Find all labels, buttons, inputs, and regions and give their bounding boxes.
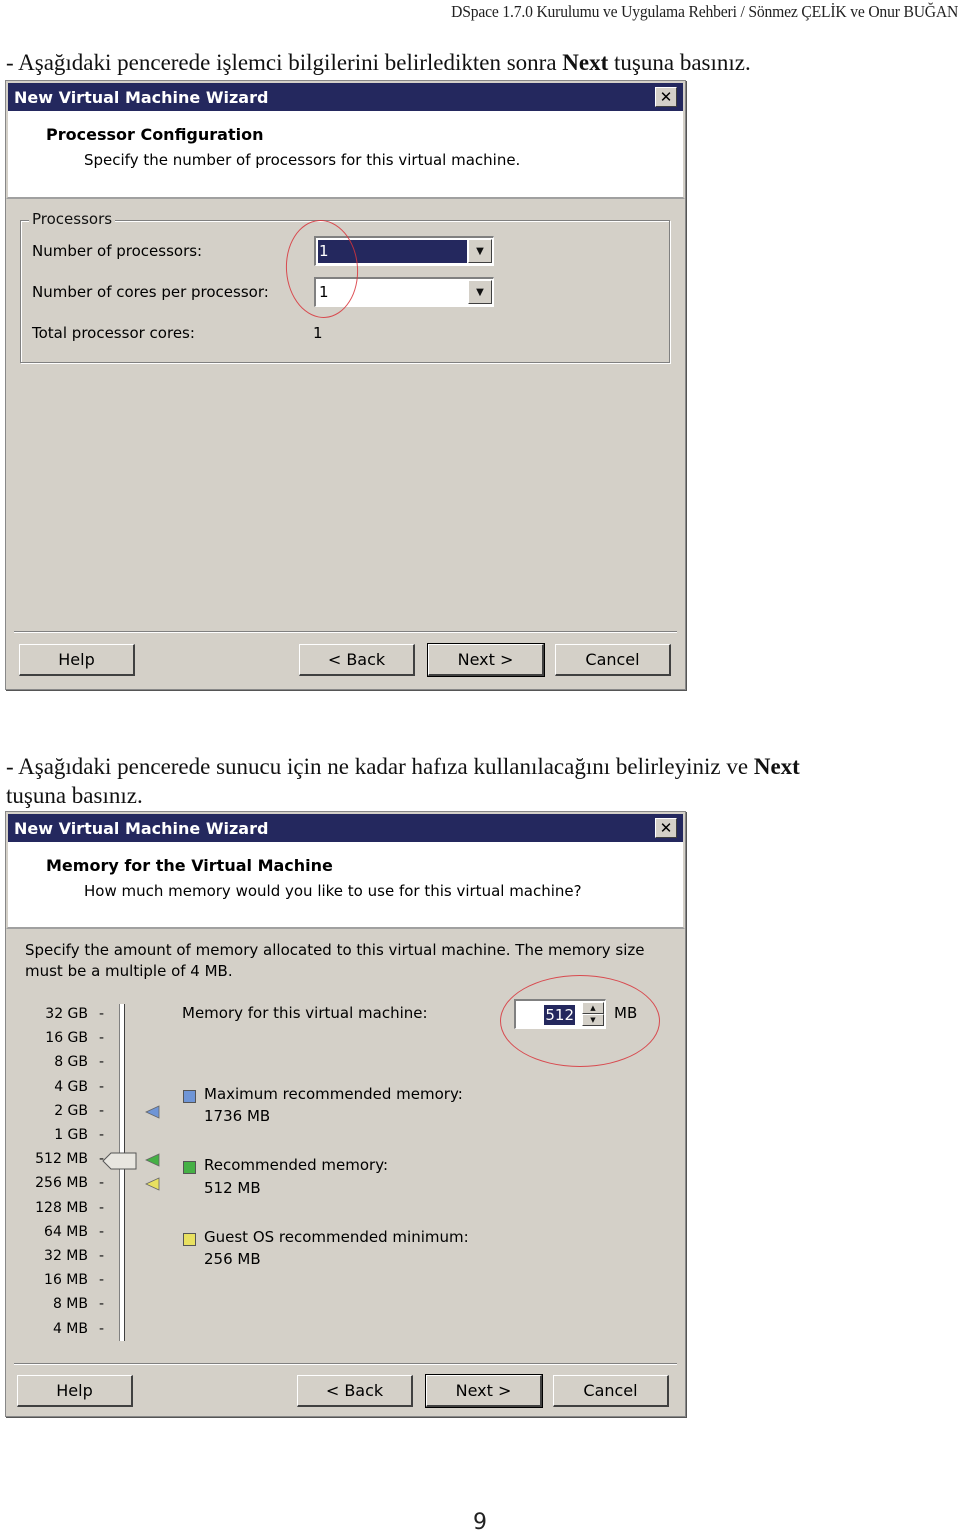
cancel-button[interactable]: Cancel bbox=[555, 644, 671, 676]
slider-tick-label: 16 MB bbox=[44, 1272, 88, 1289]
recommended-memory-legend-icon bbox=[183, 1161, 196, 1174]
slider-tick-mark: - bbox=[99, 1223, 105, 1240]
cores-per-processor-label: Number of cores per processor: bbox=[32, 283, 269, 301]
chevron-down-icon[interactable]: ▼ bbox=[468, 280, 492, 304]
total-cores-value: 1 bbox=[313, 324, 323, 342]
slider-tick-mark: - bbox=[99, 1127, 105, 1143]
slider-tick-label: 2 GB bbox=[54, 1102, 88, 1119]
num-processors-label: Number of processors: bbox=[32, 242, 203, 260]
memory-wizard-window: New Virtual Machine Wizard ✕ Memory for … bbox=[5, 811, 686, 1417]
memory-description-line2: must be a multiple of 4 MB. bbox=[25, 962, 233, 980]
titlebar: New Virtual Machine Wizard ✕ bbox=[6, 812, 685, 842]
page-number: 9 bbox=[473, 1510, 487, 1535]
next-button[interactable]: Next > bbox=[427, 643, 545, 677]
page-subheading: Specify the number of processors for thi… bbox=[84, 151, 521, 169]
help-button[interactable]: Help bbox=[17, 1375, 133, 1407]
instruction-text: tuşuna basınız. bbox=[6, 783, 143, 808]
close-button[interactable]: ✕ bbox=[655, 87, 677, 107]
page-subheading: How much memory would you like to use fo… bbox=[84, 882, 582, 900]
slider-tick-label: 4 GB bbox=[54, 1078, 88, 1095]
slider-tick-label: 64 MB bbox=[44, 1223, 88, 1240]
cancel-button[interactable]: Cancel bbox=[553, 1375, 669, 1407]
instruction-bold-next: Next bbox=[562, 50, 609, 75]
memory-label: Memory for this virtual machine: bbox=[182, 1004, 428, 1022]
wizard-header-banner: Processor Configuration Specify the numb… bbox=[6, 111, 685, 199]
back-button[interactable]: < Back bbox=[297, 1375, 413, 1407]
guest-min-value: 256 MB bbox=[204, 1250, 261, 1268]
max-memory-marker-icon bbox=[145, 1105, 160, 1119]
slider-tick-label: 16 GB bbox=[45, 1030, 88, 1047]
total-cores-label: Total processor cores: bbox=[32, 324, 195, 342]
instruction-memory: - Aşağıdaki pencerede sunucu için ne kad… bbox=[6, 752, 800, 810]
slider-tick-label: 4 MB bbox=[52, 1320, 88, 1337]
close-button[interactable]: ✕ bbox=[655, 818, 677, 838]
highlight-ellipse bbox=[500, 975, 660, 1067]
help-button[interactable]: Help bbox=[19, 644, 135, 676]
group-label: Processors bbox=[29, 210, 116, 228]
slider-tick-mark: - bbox=[99, 1175, 105, 1192]
max-memory-label: Maximum recommended memory: bbox=[204, 1085, 463, 1103]
slider-tick-label: 1 GB bbox=[54, 1127, 88, 1143]
slider-tick-label: 8 GB bbox=[54, 1054, 88, 1071]
instruction-text: - Aşağıdaki pencerede işlemci bilgilerin… bbox=[6, 50, 563, 75]
max-memory-legend-icon bbox=[183, 1090, 196, 1103]
slider-tick-mark: - bbox=[99, 1199, 105, 1216]
running-header: DSpace 1.7.0 Kurulumu ve Uygulama Rehber… bbox=[450, 2, 958, 21]
titlebar: New Virtual Machine Wizard ✕ bbox=[6, 81, 685, 111]
guest-min-marker-icon bbox=[145, 1177, 160, 1192]
slider-tick-mark: - bbox=[99, 1102, 105, 1119]
instruction-text: tuşuna basınız. bbox=[608, 50, 751, 75]
slider-tick-mark: - bbox=[99, 1272, 105, 1289]
slider-tick-mark: - bbox=[99, 1296, 105, 1313]
instruction-processor: - Aşağıdaki pencerede işlemci bilgilerin… bbox=[6, 48, 751, 77]
slider-tick-mark: - bbox=[99, 1248, 105, 1264]
guest-min-legend-icon bbox=[183, 1233, 196, 1246]
close-icon: ✕ bbox=[659, 88, 673, 106]
memory-description-line1: Specify the amount of memory allocated t… bbox=[25, 941, 645, 959]
recommended-memory-value: 512 MB bbox=[204, 1179, 261, 1197]
page-heading: Memory for the Virtual Machine bbox=[46, 856, 333, 875]
chevron-down-icon[interactable]: ▼ bbox=[468, 239, 492, 263]
slider-tick-mark: - bbox=[99, 1006, 105, 1022]
window-title: New Virtual Machine Wizard bbox=[14, 87, 269, 107]
instruction-bold-next: Next bbox=[753, 754, 800, 779]
slider-tick-label: 256 MB bbox=[35, 1175, 88, 1192]
recommended-memory-marker-icon bbox=[145, 1153, 160, 1167]
slider-track[interactable] bbox=[119, 1004, 125, 1341]
footer-divider bbox=[14, 631, 677, 633]
slider-thumb[interactable] bbox=[102, 1152, 138, 1170]
window-title: New Virtual Machine Wizard bbox=[14, 818, 269, 838]
slider-tick-label: 128 MB bbox=[35, 1199, 88, 1216]
close-icon: ✕ bbox=[659, 819, 673, 837]
slider-tick-label: 512 MB bbox=[35, 1151, 88, 1168]
slider-tick-mark: - bbox=[99, 1030, 105, 1047]
processor-wizard-window: New Virtual Machine Wizard ✕ Processor C… bbox=[5, 80, 686, 690]
slider-tick-label: 8 MB bbox=[52, 1296, 88, 1313]
slider-tick-mark: - bbox=[99, 1054, 105, 1071]
guest-min-label: Guest OS recommended minimum: bbox=[204, 1228, 469, 1246]
max-memory-value: 1736 MB bbox=[204, 1107, 271, 1125]
next-button[interactable]: Next > bbox=[425, 1374, 543, 1408]
slider-tick-mark: - bbox=[99, 1078, 105, 1095]
instruction-text: - Aşağıdaki pencerede sunucu için ne kad… bbox=[6, 754, 754, 779]
slider-tick-label: 32 GB bbox=[45, 1006, 88, 1022]
page-heading: Processor Configuration bbox=[46, 125, 264, 144]
footer-divider bbox=[14, 1363, 677, 1365]
recommended-memory-label: Recommended memory: bbox=[204, 1156, 389, 1174]
back-button[interactable]: < Back bbox=[299, 644, 415, 676]
slider-tick-label: 32 MB bbox=[44, 1248, 88, 1264]
slider-tick-mark: - bbox=[99, 1320, 105, 1337]
wizard-header-banner: Memory for the Virtual Machine How much … bbox=[6, 842, 685, 929]
